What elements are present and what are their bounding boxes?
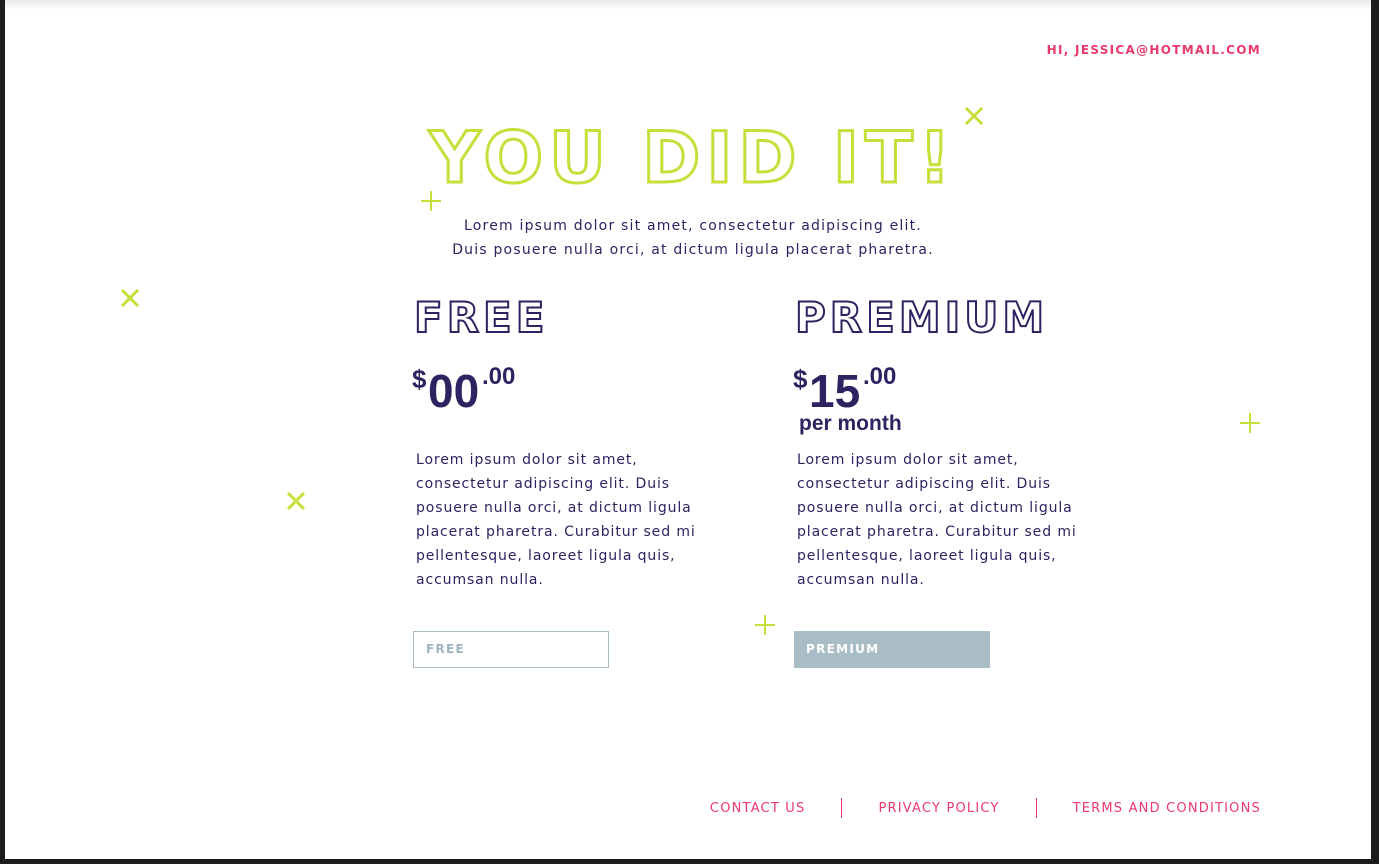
cross-icon — [119, 287, 141, 309]
price-currency: $ — [412, 364, 427, 394]
plan-description: Lorem ipsum dolor sit amet, consectetur … — [797, 452, 1077, 588]
plan-name: PREMIUM — [794, 292, 1049, 343]
plan-free: FREE $ 00 .00 Lorem ipsum dolor sit amet… — [412, 292, 736, 668]
contact-us-link[interactable]: CONTACT US — [710, 801, 806, 816]
footer-divider — [1035, 798, 1037, 818]
footer-divider — [841, 798, 843, 818]
hero-subtitle: Lorem ipsum dolor sit amet, consectetur … — [5, 214, 1371, 262]
price-cents: .00 — [482, 363, 516, 390]
plan-premium: PREMIUM $ 15 .00 per month Lorem ipsum d… — [793, 292, 1117, 668]
premium-button[interactable]: PREMIUM — [794, 631, 990, 668]
price-cents: .00 — [863, 363, 897, 390]
privacy-policy-link[interactable]: PRIVACY POLICY — [878, 801, 999, 816]
hero-subtitle-line: Duis posuere nulla orci, at dictum ligul… — [452, 242, 934, 258]
hero-title: YOU DID IT! — [428, 117, 957, 200]
user-greeting[interactable]: HI, JESSICA@HOTMAIL.COM — [1047, 43, 1261, 57]
plus-icon — [754, 614, 776, 636]
hero-subtitle-line: Lorem ipsum dolor sit amet, consectetur … — [464, 218, 922, 234]
plus-icon — [1239, 412, 1261, 434]
plan-price: $ 15 .00 — [793, 363, 1117, 416]
cross-icon — [285, 490, 307, 512]
price-whole: 00 — [428, 365, 480, 417]
success-page: HI, JESSICA@HOTMAIL.COM YOU DID IT! Lore… — [5, 0, 1371, 859]
price-whole: 15 — [809, 365, 861, 417]
plan-price: $ 00 .00 — [412, 363, 736, 416]
price-currency: $ — [793, 364, 808, 394]
plan-description: Lorem ipsum dolor sit amet, consectetur … — [416, 452, 696, 588]
plan-name: FREE — [413, 292, 549, 343]
footer-nav: CONTACT US PRIVACY POLICY TERMS AND COND… — [710, 798, 1261, 818]
free-button[interactable]: FREE — [413, 631, 609, 668]
terms-and-conditions-link[interactable]: TERMS AND CONDITIONS — [1073, 801, 1261, 816]
